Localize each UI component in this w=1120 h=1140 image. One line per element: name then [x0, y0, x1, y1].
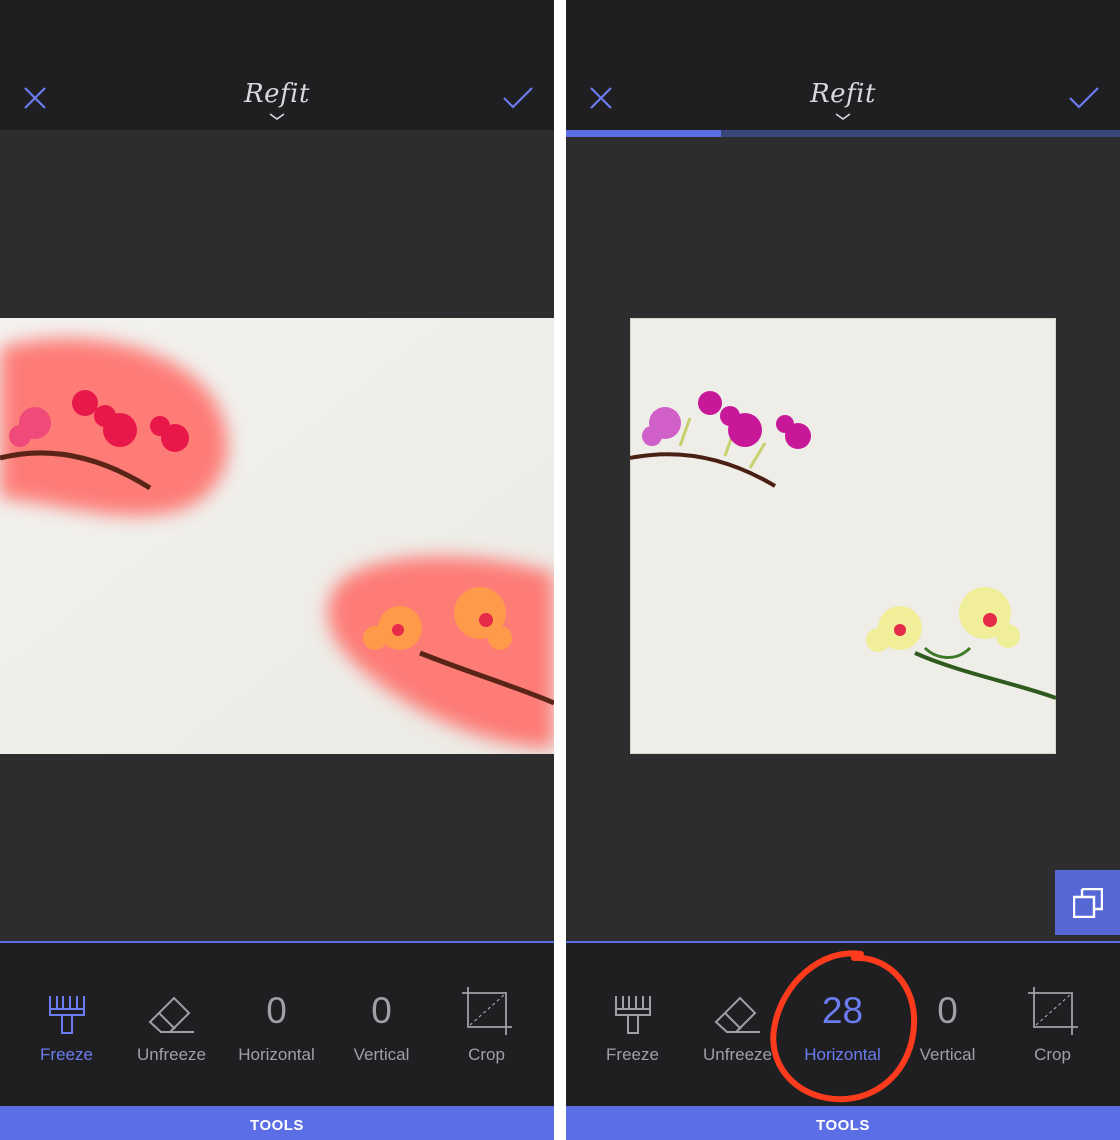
tool-label: Freeze [40, 1045, 93, 1064]
tool-label: Crop [468, 1045, 505, 1064]
tools-tab[interactable]: TOOLS [566, 1106, 1120, 1140]
tool-label: Unfreeze [703, 1045, 772, 1064]
horizontal-tool[interactable]: 28 Horizontal [790, 983, 895, 1073]
vertical-tool[interactable]: 0 Vertical [895, 983, 1000, 1073]
tool-label: Unfreeze [137, 1045, 206, 1064]
tool-label: Vertical [919, 1045, 976, 1064]
page-title[interactable]: Refit [810, 78, 876, 110]
eraser-icon [714, 996, 760, 1033]
adjustment-progress-fill [566, 130, 722, 137]
tool-label: Freeze [606, 1045, 659, 1064]
horizontal-tool[interactable]: 0 Horizontal [224, 983, 329, 1073]
horizontal-value: 28 [821, 990, 864, 1031]
page-title[interactable]: Refit [244, 78, 310, 110]
tool-label: Horizontal [804, 1045, 881, 1064]
unfreeze-tool[interactable]: Unfreeze [119, 983, 224, 1073]
freeze-tool[interactable]: Freeze [14, 983, 119, 1073]
toolbar: Freeze Unfreeze 0 Horizontal 0 Vertical [0, 943, 554, 1106]
adjustment-progress [566, 130, 1120, 137]
top-bar: Refit [566, 0, 1120, 130]
vertical-value: 0 [371, 990, 392, 1031]
crop-icon [1027, 987, 1078, 1035]
checkmark-icon [1069, 87, 1099, 109]
overlap-squares-icon [1072, 887, 1103, 918]
crop-tool[interactable]: Crop [434, 983, 539, 1073]
brush-icon [48, 996, 85, 1034]
tool-label: Crop [1034, 1045, 1071, 1064]
top-bar: Refit [0, 0, 554, 130]
checkmark-icon [503, 87, 533, 109]
chevron-down-icon[interactable] [269, 113, 285, 121]
toolbar: Freeze Unfreeze 28 Horizontal 0 Vertical [566, 943, 1120, 1106]
unfreeze-tool[interactable]: Unfreeze [685, 983, 790, 1073]
crop-tool[interactable]: Crop [1000, 983, 1105, 1073]
tool-label: Vertical [353, 1045, 410, 1064]
freeze-tool[interactable]: Freeze [580, 983, 685, 1073]
chevron-down-icon[interactable] [835, 113, 851, 121]
done-button[interactable] [1062, 76, 1106, 120]
horizontal-value: 0 [266, 990, 287, 1031]
title-wrap: Refit [566, 78, 1120, 110]
title-wrap: Refit [0, 78, 554, 110]
compare-button[interactable] [1055, 870, 1120, 935]
crop-icon [461, 987, 512, 1035]
done-button[interactable] [496, 76, 540, 120]
editor-panel-right: Refit Freeze Unfreeze 28 Horizontal 0 Ve… [566, 0, 1120, 1140]
editor-panel-left: Refit Freeze Unfreeze 0 Horizontal 0 Ver… [0, 0, 554, 1140]
eraser-icon [148, 996, 194, 1033]
tool-label: Horizontal [238, 1045, 315, 1064]
photo-canvas[interactable] [630, 318, 1056, 754]
tools-tab[interactable]: TOOLS [0, 1106, 554, 1140]
photo-canvas[interactable] [0, 318, 554, 754]
vertical-value: 0 [937, 990, 958, 1031]
brush-icon [614, 996, 651, 1034]
vertical-tool[interactable]: 0 Vertical [329, 983, 434, 1073]
